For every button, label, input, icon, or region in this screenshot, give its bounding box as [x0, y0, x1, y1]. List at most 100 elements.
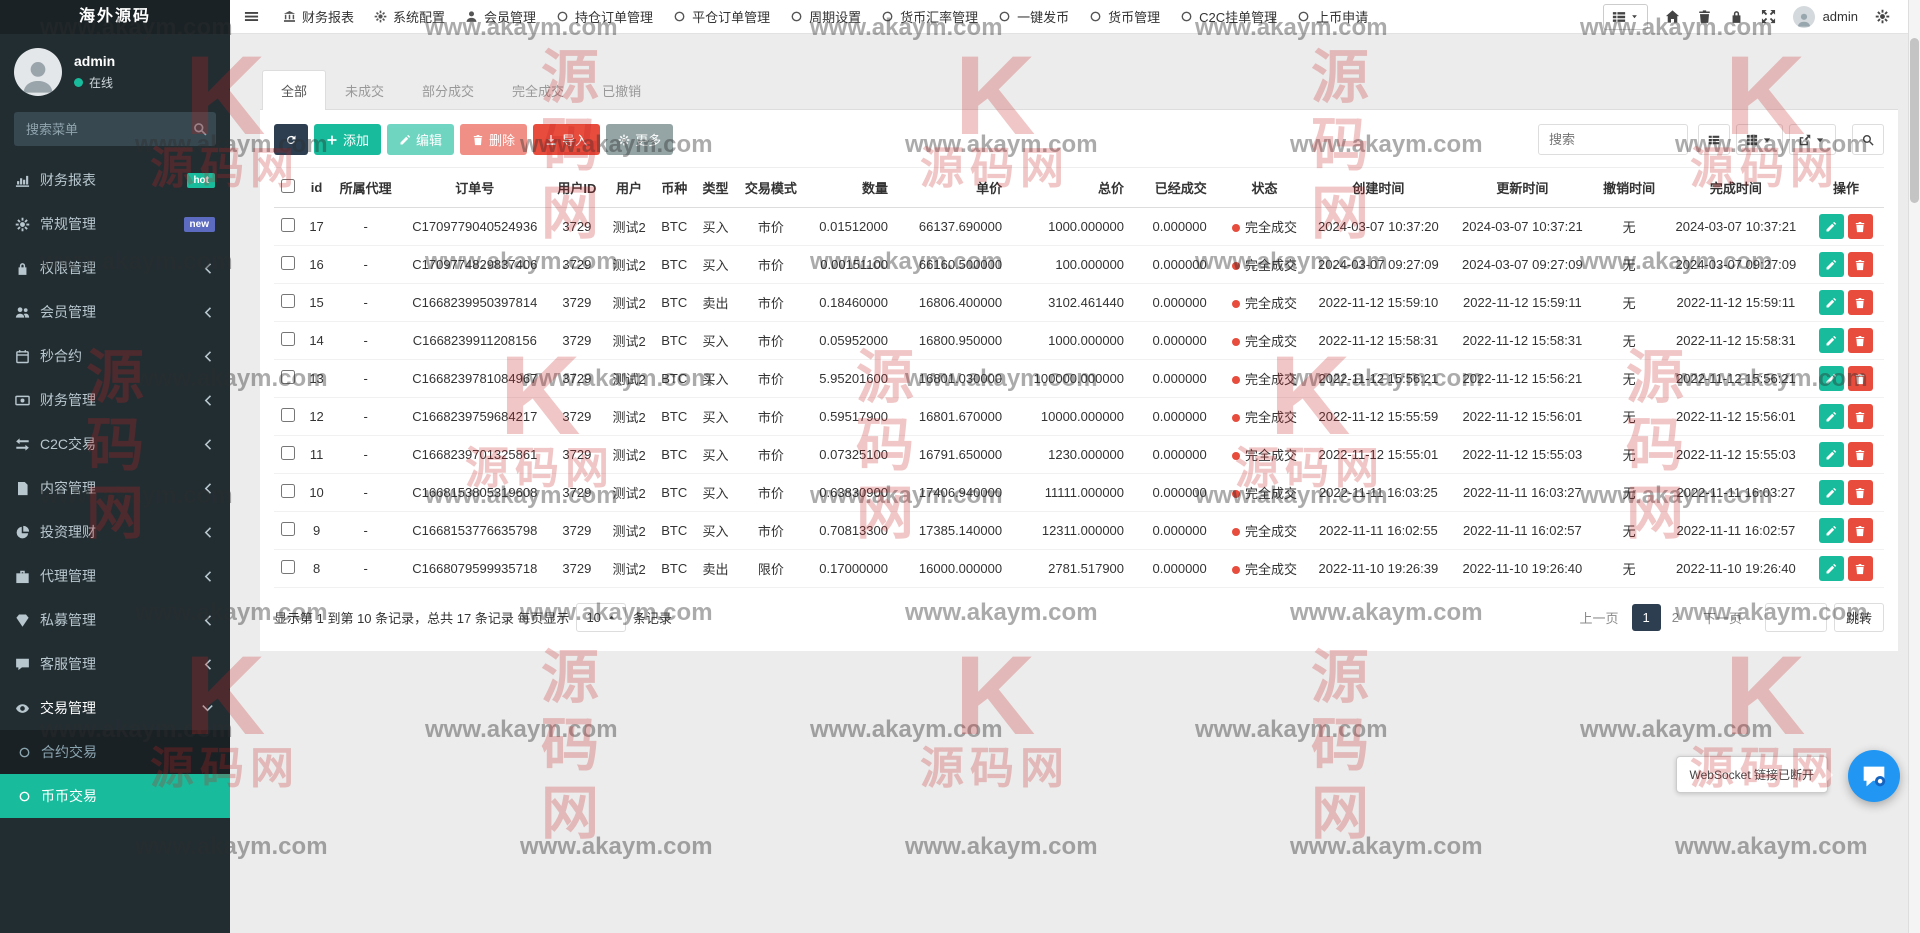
row-delete-button[interactable] [1848, 328, 1873, 353]
row-checkbox[interactable] [281, 332, 295, 346]
menu-search-input[interactable] [14, 112, 216, 146]
chevron-left-icon [200, 349, 215, 364]
topnav-avatar[interactable] [1793, 6, 1815, 28]
scrollbar-thumb[interactable] [1910, 38, 1919, 203]
page-button-1[interactable]: 1 [1632, 604, 1661, 631]
table-search-input[interactable] [1538, 124, 1688, 155]
row-delete-button[interactable] [1848, 480, 1873, 505]
search-button[interactable] [1852, 124, 1884, 155]
topnav-item-exchange-rate[interactable]: 货币汇率管理 [871, 0, 988, 34]
sidebar-item-permission[interactable]: 权限管理 [0, 246, 230, 290]
row-checkbox[interactable] [281, 446, 295, 460]
cell-filled: 0.000000 [1140, 474, 1223, 512]
add-button[interactable]: 添加 [314, 124, 381, 155]
hamburger-icon[interactable] [244, 9, 259, 24]
clear-cache-icon[interactable] [1697, 9, 1712, 24]
sidebar-subitem-contract-trade[interactable]: 合约交易 [0, 730, 230, 774]
row-checkbox[interactable] [281, 218, 295, 232]
topnav-item-close-order[interactable]: 平仓订单管理 [663, 0, 780, 34]
column-header-id: id [302, 168, 331, 208]
tab-partial[interactable]: 部分成交 [403, 70, 493, 110]
topnav-item-currency[interactable]: 货币管理 [1079, 0, 1170, 34]
import-button[interactable]: 导入 [533, 124, 600, 155]
toggle-view-button[interactable] [1698, 124, 1730, 155]
row-edit-button[interactable] [1819, 518, 1844, 543]
row-delete-button[interactable] [1848, 214, 1873, 239]
prev-page-button[interactable]: 上一页 [1568, 602, 1629, 633]
cell-total: 100.000000 [1018, 246, 1140, 284]
row-edit-button[interactable] [1819, 556, 1844, 581]
row-edit-button[interactable] [1819, 290, 1844, 315]
topnav-item-one-key-coin[interactable]: 一键发币 [988, 0, 1079, 34]
row-delete-button[interactable] [1848, 366, 1873, 391]
row-checkbox[interactable] [281, 408, 295, 422]
row-delete-button[interactable] [1848, 518, 1873, 543]
row-checkbox[interactable] [281, 484, 295, 498]
row-edit-button[interactable] [1819, 214, 1844, 239]
tab-cancelled[interactable]: 已撤销 [583, 70, 660, 110]
row-delete-button[interactable] [1848, 442, 1873, 467]
cell-mode: 市价 [736, 246, 805, 284]
cell-completed: 2022-11-12 15:59:11 [1664, 284, 1808, 322]
home-icon[interactable] [1665, 9, 1680, 24]
row-edit-button[interactable] [1819, 480, 1844, 505]
row-delete-button[interactable] [1848, 404, 1873, 429]
delete-button[interactable]: 删除 [460, 124, 527, 155]
row-edit-button[interactable] [1819, 442, 1844, 467]
sidebar-item-trade[interactable]: 交易管理 [0, 686, 230, 730]
select-all-checkbox[interactable] [281, 179, 295, 193]
sidebar-item-private-fund[interactable]: 私募管理 [0, 598, 230, 642]
row-delete-button[interactable] [1848, 252, 1873, 277]
fullscreen-icon[interactable] [1761, 9, 1776, 24]
topnav-item-finance-report[interactable]: 财务报表 [273, 0, 364, 34]
lock-screen-icon[interactable] [1729, 9, 1744, 24]
nav-menu-dropdown[interactable] [1603, 4, 1648, 30]
topnav-item-system-config[interactable]: 系统配置 [364, 0, 455, 34]
row-edit-button[interactable] [1819, 328, 1844, 353]
refresh-button[interactable] [274, 124, 308, 155]
settings-gear-icon[interactable] [1875, 9, 1890, 24]
chat-widget-button[interactable] [1848, 750, 1900, 802]
topnav-item-position-order[interactable]: 持仓订单管理 [546, 0, 663, 34]
sidebar-item-finance-report[interactable]: 财务报表hot [0, 158, 230, 202]
topnav-username[interactable]: admin [1823, 9, 1858, 24]
row-edit-button[interactable] [1819, 404, 1844, 429]
jump-button[interactable]: 跳转 [1834, 603, 1884, 632]
columns-button[interactable] [1736, 124, 1783, 155]
row-checkbox[interactable] [281, 560, 295, 574]
sidebar-item-general[interactable]: 常规管理new [0, 202, 230, 246]
sidebar-item-agent[interactable]: 代理管理 [0, 554, 230, 598]
topnav-item-coin-listing[interactable]: 上币申请 [1287, 0, 1378, 34]
row-checkbox[interactable] [281, 294, 295, 308]
tab-all[interactable]: 全部 [262, 70, 326, 110]
topnav-item-member[interactable]: 会员管理 [455, 0, 546, 34]
topnav-item-period[interactable]: 周期设置 [780, 0, 871, 34]
more-button[interactable]: 更多 [606, 124, 673, 155]
sidebar-item-content[interactable]: 内容管理 [0, 466, 230, 510]
sidebar-item-investment[interactable]: 投资理财 [0, 510, 230, 554]
search-icon[interactable] [193, 122, 207, 136]
sidebar-item-second-contract[interactable]: 秒合约 [0, 334, 230, 378]
tab-filled[interactable]: 完全成交 [493, 70, 583, 110]
edit-button[interactable]: 编辑 [387, 124, 454, 155]
row-delete-button[interactable] [1848, 556, 1873, 581]
topnav-item-c2c-order[interactable]: C2C挂单管理 [1170, 0, 1287, 34]
tab-unfilled[interactable]: 未成交 [326, 70, 403, 110]
sidebar-item-customer-service[interactable]: 客服管理 [0, 642, 230, 686]
next-page-button[interactable]: 下一页 [1692, 602, 1753, 633]
sidebar-subitem-coin-trade[interactable]: 币币交易 [0, 774, 230, 818]
page-size-dropdown[interactable]: 10 [576, 603, 625, 632]
row-checkbox[interactable] [281, 370, 295, 384]
sidebar-item-c2c[interactable]: C2C交易 [0, 422, 230, 466]
row-delete-button[interactable] [1848, 290, 1873, 315]
sidebar-item-finance[interactable]: 财务管理 [0, 378, 230, 422]
row-checkbox[interactable] [281, 256, 295, 270]
page-scrollbar[interactable] [1908, 0, 1920, 933]
row-edit-button[interactable] [1819, 252, 1844, 277]
export-button[interactable] [1789, 124, 1836, 155]
row-checkbox[interactable] [281, 522, 295, 536]
jump-page-input[interactable] [1765, 603, 1827, 632]
row-edit-button[interactable] [1819, 366, 1844, 391]
sidebar-item-member[interactable]: 会员管理 [0, 290, 230, 334]
page-button-2[interactable]: 2 [1661, 604, 1690, 631]
